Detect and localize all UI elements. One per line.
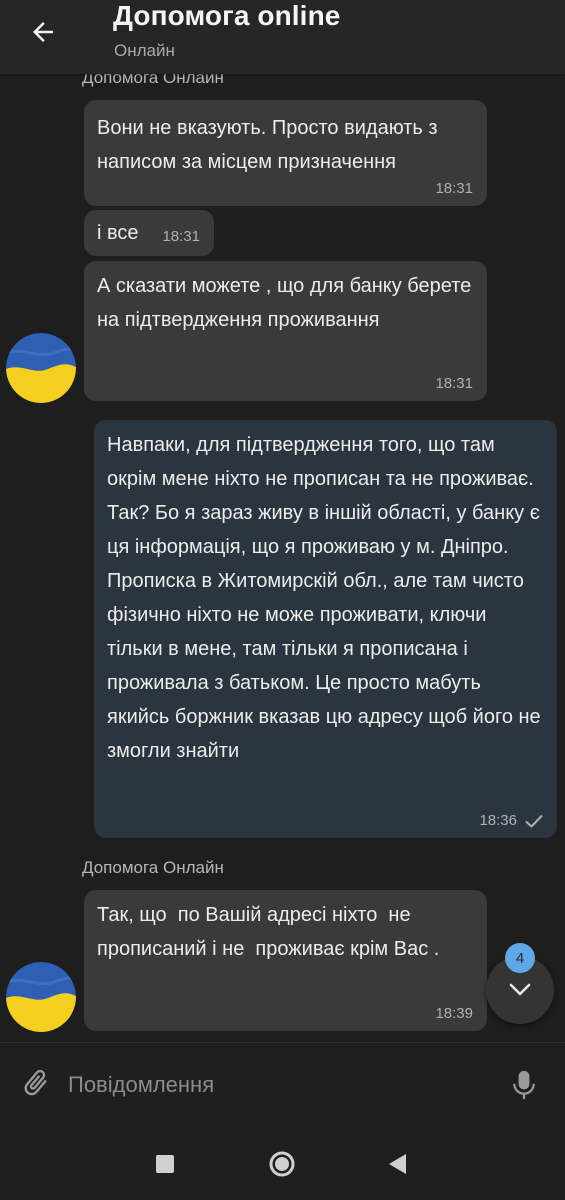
chat-title[interactable]: Допомога online [113,0,340,32]
recents-button[interactable] [147,1146,183,1182]
message-time: 18:31 [162,228,200,245]
message-time: 18:31 [435,375,473,392]
incoming-message[interactable]: А сказати можете , що для банку берете н… [84,261,487,401]
chevron-down-icon [509,983,531,996]
check-icon [525,814,543,828]
home-button[interactable] [264,1146,300,1182]
triangle-back-icon [389,1154,406,1174]
avatar[interactable] [6,333,76,403]
paperclip-icon [24,1069,47,1096]
message-time: 18:36 [479,812,543,830]
back-button[interactable] [22,12,64,52]
unread-count-badge: 4 [505,943,535,973]
message-time: 18:39 [435,1005,473,1022]
circle-icon [269,1151,295,1177]
microphone-icon [513,1070,535,1100]
attach-button[interactable] [14,1061,58,1105]
message-list[interactable]: Допомога Онлайн Вони не вказують. Просто… [0,74,565,1042]
message-composer [0,1042,565,1128]
sender-name: Допомога Онлайн [82,858,224,877]
ukraine-flag-avatar-icon [6,333,76,403]
message-time: 18:31 [435,180,473,197]
incoming-message[interactable]: Так, що по Вашій адресі ніхто не прописа… [84,890,487,1031]
arrow-left-icon [33,22,53,42]
system-back-button[interactable] [379,1146,415,1182]
chat-status: Онлайн [114,41,175,60]
ukraine-flag-avatar-icon [6,962,76,1032]
message-text: і все [97,222,139,244]
sender-name: Допомога Онлайн [82,74,224,87]
avatar[interactable] [6,962,76,1032]
chat-header: Допомога online Онлайн [0,0,565,74]
incoming-message[interactable]: і все 18:31 [84,210,214,256]
message-text: Навпаки, для підтвердження того, що там … [107,434,547,762]
incoming-message[interactable]: Вони не вказують. Просто видають з напис… [84,100,487,206]
message-input[interactable] [68,1065,468,1105]
message-text: Так, що по Вашій адресі ніхто не прописа… [97,904,440,960]
square-icon [156,1155,174,1173]
outgoing-message[interactable]: Навпаки, для підтвердження того, що там … [94,420,557,838]
system-nav-bar [0,1128,565,1200]
message-text: А сказати можете , що для банку берете н… [97,275,477,331]
microphone-button[interactable] [502,1063,546,1107]
message-text: Вони не вказують. Просто видають з напис… [97,117,444,173]
